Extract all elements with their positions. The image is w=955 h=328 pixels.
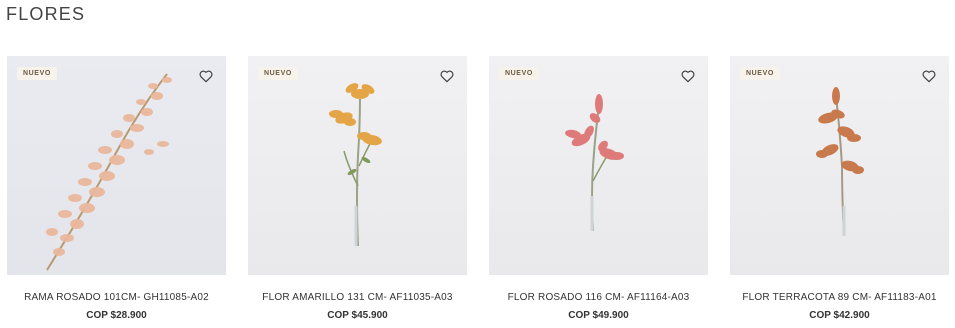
product-price: COP $49.900 (568, 310, 629, 321)
product-name[interactable]: FLOR TERRACOTA 89 CM- AF11183-A01 (742, 292, 936, 303)
product-price: COP $42.900 (809, 310, 870, 321)
terracotta-flower-image (816, 87, 864, 237)
heart-icon[interactable] (198, 68, 214, 84)
new-badge: NUEVO (740, 67, 780, 80)
new-badge: NUEVO (258, 67, 298, 80)
product-price: COP $28.900 (86, 310, 147, 321)
heart-icon[interactable] (439, 68, 455, 84)
yellow-flower-image (329, 83, 382, 247)
product-image[interactable]: NUEVO (730, 56, 949, 275)
heart-icon[interactable] (680, 68, 696, 84)
page: FLORES NUEVO RAMA ROSADO 101CM- GH11085-… (0, 0, 955, 328)
product-card[interactable]: NUEVO FLOR AMARILLO 131 CM- AF11035-A03 … (248, 56, 467, 321)
product-price: COP $45.900 (327, 310, 388, 321)
pink-flower-image (565, 94, 624, 232)
product-image[interactable]: NUEVO (489, 56, 708, 275)
product-image[interactable]: NUEVO (248, 56, 467, 275)
product-name[interactable]: RAMA ROSADO 101CM- GH11085-A02 (24, 292, 209, 303)
product-name[interactable]: FLOR AMARILLO 131 CM- AF11035-A03 (262, 292, 452, 303)
product-grid: NUEVO RAMA ROSADO 101CM- GH11085-A02 COP… (7, 56, 949, 321)
product-card[interactable]: NUEVO FLOR TERRACOTA 89 CM- AF11183-A01 … (730, 56, 949, 321)
branch-pink-image (46, 73, 172, 271)
new-badge: NUEVO (499, 67, 539, 80)
product-name[interactable]: FLOR ROSADO 116 CM- AF11164-A03 (508, 292, 690, 303)
new-badge: NUEVO (17, 67, 57, 80)
product-image[interactable]: NUEVO (7, 56, 226, 275)
product-card[interactable]: NUEVO RAMA ROSADO 101CM- GH11085-A02 COP… (7, 56, 226, 321)
product-card[interactable]: NUEVO FLOR ROSADO 116 CM- AF11164-A03 CO… (489, 56, 708, 321)
heart-icon[interactable] (921, 68, 937, 84)
section-title: FLORES (6, 4, 86, 24)
